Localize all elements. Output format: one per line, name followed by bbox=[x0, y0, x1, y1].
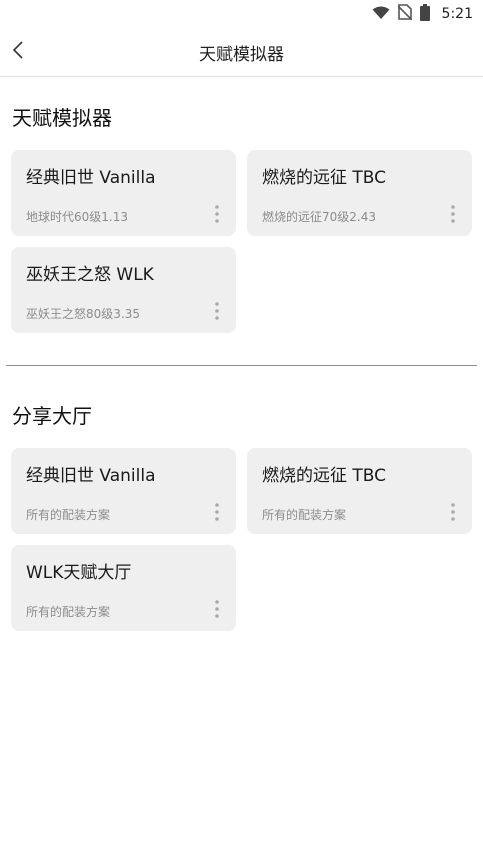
card-simulator-tbc[interactable]: 燃烧的远征 TBC 燃烧的远征70级2.43 bbox=[247, 150, 472, 236]
section-title-simulator: 天赋模拟器 bbox=[12, 106, 112, 130]
section-divider bbox=[6, 365, 477, 366]
card-share-wlk[interactable]: WLK天赋大厅 所有的配装方案 bbox=[11, 545, 236, 631]
wifi-icon bbox=[372, 5, 390, 24]
more-vertical-icon bbox=[215, 600, 219, 622]
status-bar: 5:21 bbox=[0, 0, 483, 28]
card-title: 经典旧世 Vanilla bbox=[26, 168, 156, 188]
more-vertical-icon bbox=[451, 205, 455, 227]
page-title: 天赋模拟器 bbox=[199, 45, 284, 65]
card-subtitle: 所有的配装方案 bbox=[26, 605, 111, 619]
more-options-button[interactable] bbox=[446, 205, 460, 227]
more-vertical-icon bbox=[215, 302, 219, 324]
more-options-button[interactable] bbox=[210, 600, 224, 622]
card-subtitle: 地球时代60级1.13 bbox=[26, 210, 128, 224]
card-title: 燃烧的远征 TBC bbox=[262, 168, 387, 188]
more-vertical-icon bbox=[451, 503, 455, 525]
card-simulator-wlk[interactable]: 巫妖王之怒 WLK 巫妖王之怒80级3.35 bbox=[11, 247, 236, 333]
section-title-share-hall: 分享大厅 bbox=[12, 404, 92, 428]
card-title: WLK天赋大厅 bbox=[26, 563, 132, 583]
status-icons: 5:21 bbox=[372, 3, 473, 25]
card-share-vanilla[interactable]: 经典旧世 Vanilla 所有的配装方案 bbox=[11, 448, 236, 534]
card-subtitle: 巫妖王之怒80级3.35 bbox=[26, 307, 140, 321]
card-title: 巫妖王之怒 WLK bbox=[26, 265, 154, 285]
more-options-button[interactable] bbox=[446, 503, 460, 525]
status-time: 5:21 bbox=[441, 6, 473, 22]
card-simulator-vanilla[interactable]: 经典旧世 Vanilla 地球时代60级1.13 bbox=[11, 150, 236, 236]
card-share-tbc[interactable]: 燃烧的远征 TBC 所有的配装方案 bbox=[247, 448, 472, 534]
card-subtitle: 所有的配装方案 bbox=[262, 508, 347, 522]
no-sim-icon bbox=[396, 4, 413, 24]
card-title: 燃烧的远征 TBC bbox=[262, 466, 387, 486]
more-options-button[interactable] bbox=[210, 503, 224, 525]
more-options-button[interactable] bbox=[210, 205, 224, 227]
card-subtitle: 所有的配装方案 bbox=[26, 508, 111, 522]
card-title: 经典旧世 Vanilla bbox=[26, 466, 156, 486]
more-vertical-icon bbox=[215, 503, 219, 525]
battery-icon bbox=[419, 3, 430, 25]
app-bar: 天赋模拟器 bbox=[0, 28, 483, 77]
more-vertical-icon bbox=[215, 205, 219, 227]
card-subtitle: 燃烧的远征70级2.43 bbox=[262, 210, 376, 224]
more-options-button[interactable] bbox=[210, 302, 224, 324]
